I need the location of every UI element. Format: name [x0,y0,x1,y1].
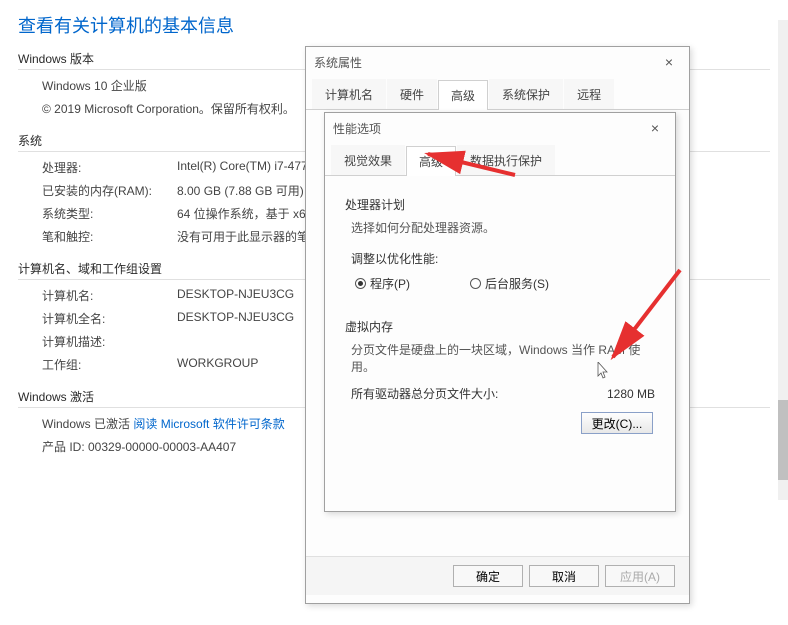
tab-hardware[interactable]: 硬件 [387,79,437,109]
scheduling-group-title: 处理器计划 [345,196,655,213]
activation-status: Windows 已激活 [42,417,133,431]
cancel-button[interactable]: 取消 [529,565,599,587]
vm-total-label: 所有驱动器总分页文件大小: [351,385,498,402]
ok-button[interactable]: 确定 [453,565,523,587]
close-icon[interactable]: × [657,54,681,70]
vm-total-row: 所有驱动器总分页文件大小: 1280 MB [351,385,655,402]
perf-title: 性能选项 [333,120,643,137]
pen-label: 笔和触控: [42,228,177,245]
perf-body: 处理器计划 选择如何分配处理器资源。 调整以优化性能: 程序(P) 后台服务(S… [325,176,675,448]
tab-advanced[interactable]: 高级 [438,80,488,110]
vm-group-title: 虚拟内存 [345,318,655,335]
radio-services-label: 后台服务(S) [485,275,549,292]
sysprops-titlebar[interactable]: 系统属性 × [306,47,689,77]
scrollbar[interactable] [778,20,788,500]
perf-tabs: 视觉效果 高级 数据执行保护 [325,145,675,176]
fullname-label: 计算机全名: [42,310,177,327]
license-terms-link[interactable]: 阅读 Microsoft 软件许可条款 [133,417,284,431]
performance-options-dialog: 性能选项 × 视觉效果 高级 数据执行保护 处理器计划 选择如何分配处理器资源。… [324,112,676,512]
sysprops-buttons: 确定 取消 应用(A) [306,556,689,595]
page-title: 查看有关计算机的基本信息 [18,12,770,38]
change-button[interactable]: 更改(C)... [581,412,653,434]
systype-label: 系统类型: [42,205,177,222]
scheduling-desc: 选择如何分配处理器资源。 [351,219,655,236]
radio-programs[interactable]: 程序(P) [355,275,410,292]
scheduling-subhead: 调整以优化性能: [351,250,655,267]
close-icon[interactable]: × [643,120,667,136]
scrollbar-thumb[interactable] [778,400,788,480]
radio-services[interactable]: 后台服务(S) [470,275,549,292]
ram-label: 已安装的内存(RAM): [42,182,177,199]
scheduling-radiogroup: 程序(P) 后台服务(S) [355,275,655,292]
tab-visual-effects[interactable]: 视觉效果 [331,145,405,175]
radio-dot-icon [355,278,366,289]
desc-label: 计算机描述: [42,333,177,350]
name-label: 计算机名: [42,287,177,304]
sysprops-title: 系统属性 [314,54,657,71]
radio-dot-icon [470,278,481,289]
tab-dep[interactable]: 数据执行保护 [457,145,555,175]
sysprops-tabs: 计算机名 硬件 高级 系统保护 远程 [306,79,689,110]
vm-desc: 分页文件是硬盘上的一块区域，Windows 当作 RAM 使用。 [351,341,655,375]
vm-total-value: 1280 MB [607,387,655,401]
radio-programs-label: 程序(P) [370,275,410,292]
tab-system-protection[interactable]: 系统保护 [489,79,563,109]
processor-label: 处理器: [42,159,177,176]
tab-computer-name[interactable]: 计算机名 [312,79,386,109]
perf-titlebar[interactable]: 性能选项 × [325,113,675,143]
workgroup-label: 工作组: [42,356,177,373]
tab-advanced[interactable]: 高级 [406,146,456,176]
apply-button[interactable]: 应用(A) [605,565,675,587]
tab-remote[interactable]: 远程 [564,79,614,109]
